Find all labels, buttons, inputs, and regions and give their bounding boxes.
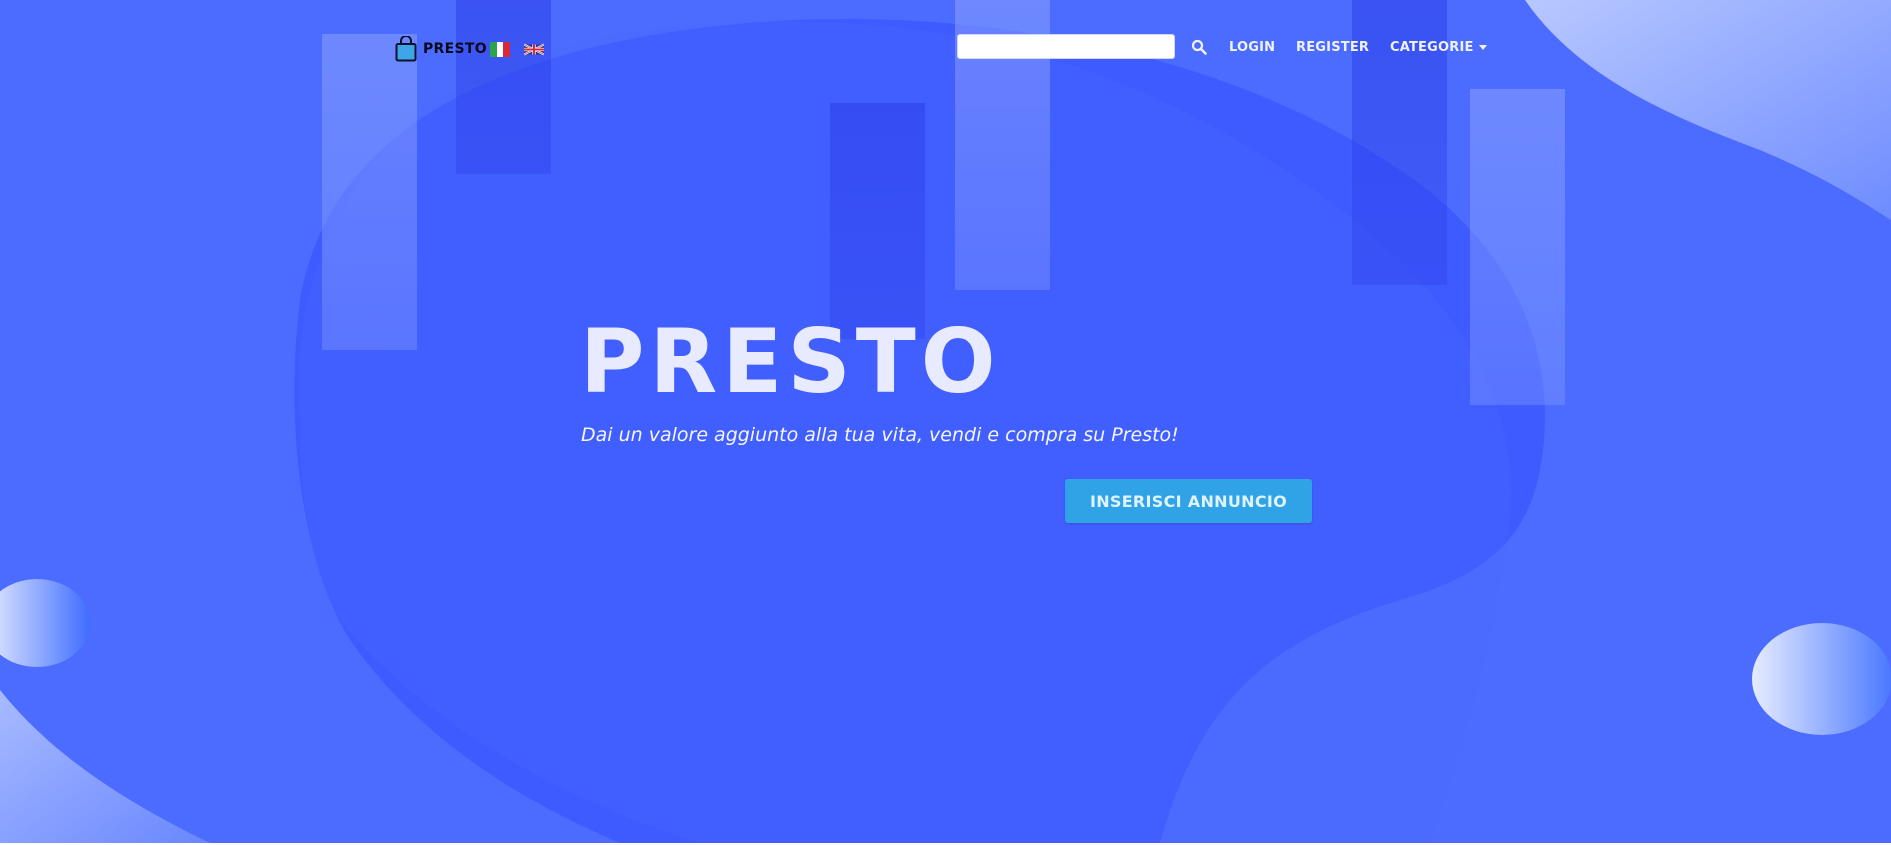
shopping-bag-icon xyxy=(395,36,417,62)
flag-uk-icon[interactable] xyxy=(524,42,544,57)
insert-listing-button[interactable]: Inserisci annuncio xyxy=(1065,479,1312,523)
search-icon[interactable] xyxy=(1191,39,1207,55)
brand-link[interactable]: PRESTO xyxy=(395,36,487,62)
brand-name: PRESTO xyxy=(423,41,487,57)
hero-subtitle: Dai un valore aggiunto alla tua vita, ve… xyxy=(581,424,1179,446)
search-input[interactable] xyxy=(957,34,1175,59)
background-decoration xyxy=(0,0,1891,843)
decor-bar xyxy=(830,103,925,339)
flag-italy-icon[interactable] xyxy=(490,42,511,57)
login-link[interactable]: Login xyxy=(1229,40,1275,55)
decor-ball xyxy=(1752,623,1891,735)
navbar: PRESTO Login Register Categorie xyxy=(0,0,1891,100)
hero-section: PRESTO Login Register Categorie PRESTO D… xyxy=(0,0,1891,843)
caret-down-icon xyxy=(1478,45,1487,50)
categories-label: Categorie xyxy=(1390,40,1474,55)
corner-wave-shape xyxy=(0,690,210,843)
decor-ball xyxy=(0,579,90,667)
hero-title: PRESTO xyxy=(580,310,1001,413)
register-link[interactable]: Register xyxy=(1296,40,1369,55)
decor-bar xyxy=(1470,89,1565,405)
categories-dropdown[interactable]: Categorie xyxy=(1390,40,1487,55)
